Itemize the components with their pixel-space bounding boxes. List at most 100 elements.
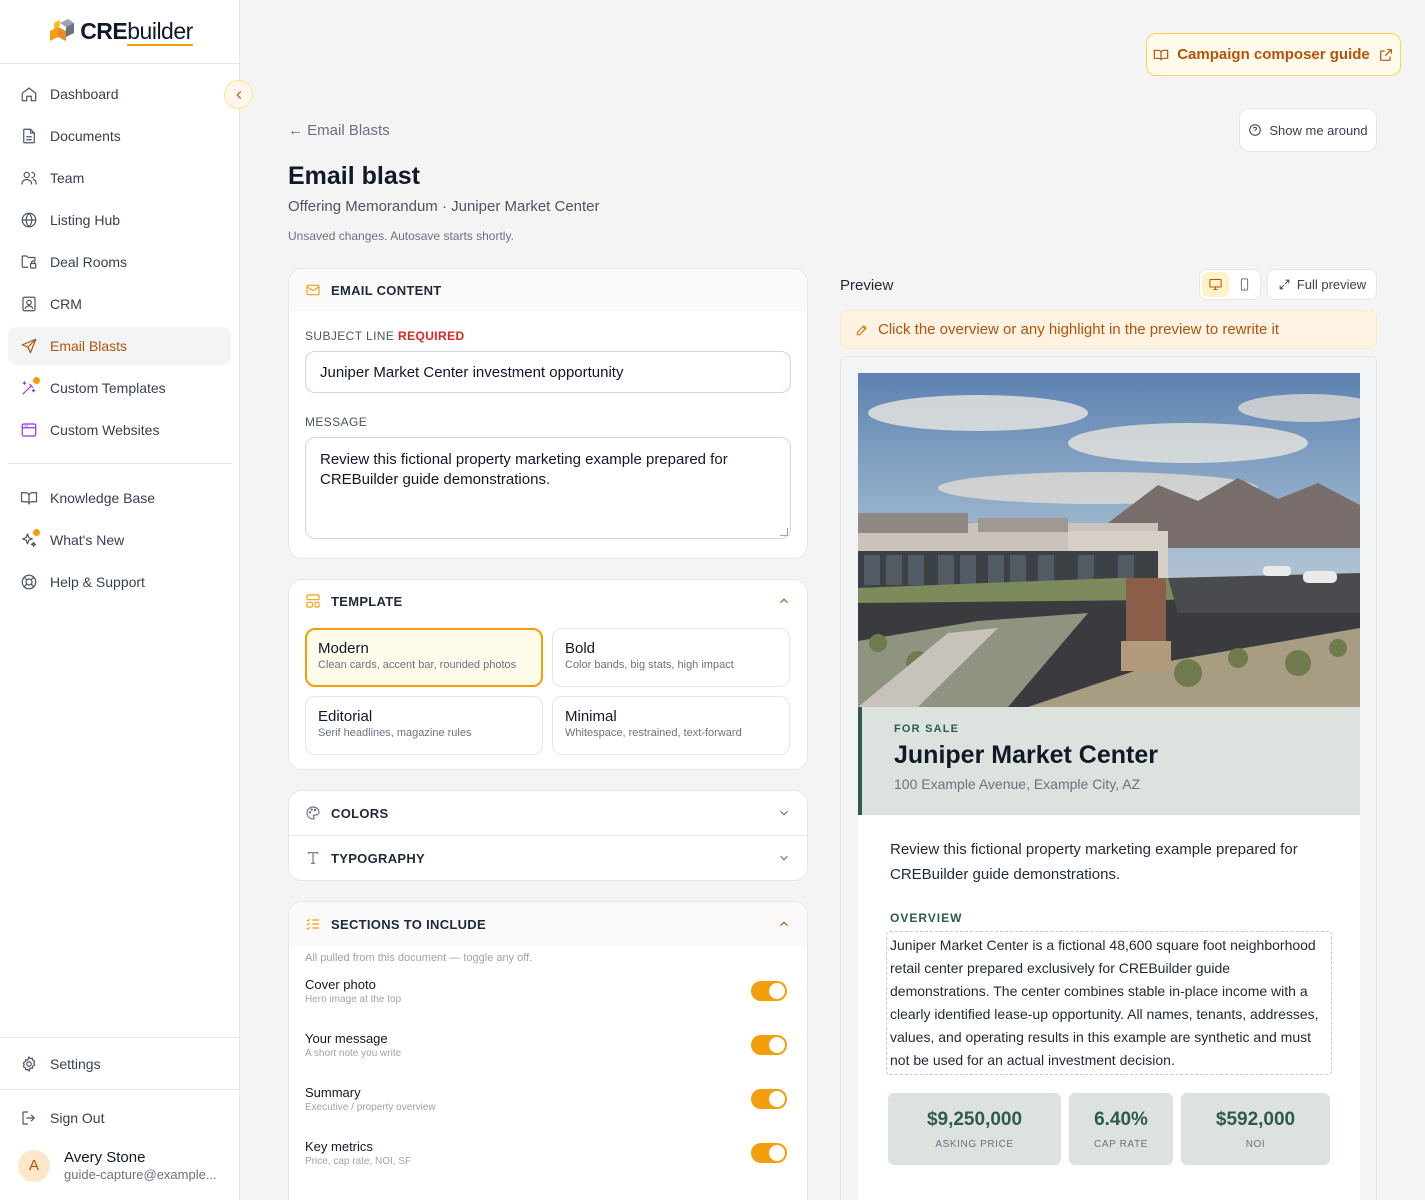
message-label: MESSAGE (305, 415, 368, 429)
mobile-view-button[interactable] (1231, 272, 1258, 297)
sidebar-item-help-support[interactable]: Help & Support (8, 563, 231, 601)
sidebar-item-settings[interactable]: Settings (8, 1045, 231, 1083)
chevron-down-icon (777, 806, 791, 820)
avatar: A (18, 1149, 50, 1182)
key-metrics-toggle[interactable] (751, 1143, 787, 1163)
metric-label: ASKING PRICE (935, 1138, 1014, 1150)
sidebar-item-label: Settings (50, 1056, 101, 1072)
template-option-modern[interactable]: Modern Clean cards, accent bar, rounded … (305, 628, 543, 687)
your-message-toggle[interactable] (751, 1035, 787, 1055)
expand-icon (1279, 279, 1290, 290)
chevron-down-icon (777, 851, 791, 865)
typography-section-toggle[interactable]: TYPOGRAPHY (289, 836, 807, 880)
resize-handle[interactable] (780, 528, 788, 536)
listing-status: FOR SALE (894, 723, 960, 735)
subject-line-label: SUBJECT LINE REQUIRED (305, 329, 791, 343)
collapse-sidebar-button[interactable] (224, 80, 253, 109)
overview-text[interactable]: Juniper Market Center is a fictional 48,… (886, 931, 1332, 1075)
template-card: TEMPLATE Modern Clean cards, accent bar,… (288, 579, 808, 770)
palette-icon (305, 805, 321, 821)
sidebar-item-knowledge-base[interactable]: Knowledge Base (8, 479, 231, 517)
sidebar-item-deal-rooms[interactable]: Deal Rooms (8, 243, 231, 281)
metric-label: CAP RATE (1094, 1138, 1148, 1150)
colors-section-toggle[interactable]: COLORS (289, 791, 807, 835)
help-circle-icon (1249, 124, 1262, 136)
folder-lock-icon (20, 253, 38, 271)
page-subtitle: Offering Memorandum · Juniper Market Cen… (288, 198, 600, 215)
template-header[interactable]: TEMPLATE (289, 580, 807, 622)
rewrite-hint-text: Click the overview or any highlight in t… (878, 321, 1280, 338)
email-message[interactable]: Review this fictional property marketing… (858, 815, 1360, 887)
template-options: Modern Clean cards, accent bar, rounded … (289, 622, 807, 769)
sidebar-item-whats-new[interactable]: What's New (8, 521, 231, 559)
users-icon (20, 169, 38, 187)
sparkles-icon (20, 529, 40, 549)
sidebar-item-label: Listing Hub (50, 212, 121, 228)
overview-heading: OVERVIEW (890, 911, 963, 925)
sign-out-button[interactable]: Sign Out (8, 1099, 231, 1137)
full-preview-button[interactable]: Full preview (1267, 269, 1377, 300)
subject-line-input[interactable]: Juniper Market Center investment opportu… (305, 351, 791, 393)
smartphone-icon (1240, 278, 1249, 291)
sidebar-item-custom-websites[interactable]: Custom Websites (8, 411, 231, 449)
sidebar-item-label: Team (50, 170, 85, 186)
lifebuoy-icon (20, 573, 38, 591)
section-sublabel: Price, cap rate, NOI, SF (305, 1156, 412, 1167)
home-icon (20, 85, 38, 103)
gear-icon (20, 1055, 38, 1073)
metric-value: 6.40% (1094, 1108, 1148, 1130)
browser-window-icon (20, 421, 38, 439)
chevron-left-icon (235, 90, 241, 99)
sidebar-item-dashboard[interactable]: Dashboard (8, 75, 231, 113)
campaign-guide-button[interactable]: Campaign composer guide (1146, 33, 1401, 76)
sidebar-item-crm[interactable]: CRM (8, 285, 231, 323)
template-option-editorial[interactable]: Editorial Serif headlines, magazine rule… (305, 696, 543, 755)
section-sublabel: Hero image at the top (305, 994, 402, 1005)
desktop-view-button[interactable] (1202, 272, 1229, 297)
sidebar-item-email-blasts[interactable]: Email Blasts (8, 327, 231, 365)
document-icon (20, 127, 38, 145)
logo[interactable]: CREbuilder (0, 0, 239, 64)
key-metrics: $9,250,000 ASKING PRICE 6.40% CAP RATE $… (858, 1075, 1360, 1165)
type-icon (305, 850, 321, 866)
nav-divider (8, 463, 231, 464)
template-option-bold[interactable]: Bold Color bands, big stats, high impact (552, 628, 790, 687)
user-profile[interactable]: A Avery Stone guide-capture@example... (0, 1137, 239, 1200)
external-link-icon (1379, 48, 1392, 61)
section-item-key-metrics: Key metrics Price, cap rate, NOI, SF (289, 1126, 807, 1180)
sidebar-footer: Settings Sign Out A Avery Stone guide-ca… (0, 1037, 239, 1200)
sidebar-item-listing-hub[interactable]: Listing Hub (8, 201, 231, 239)
sidebar-item-label: Custom Websites (50, 422, 160, 438)
card-title: TEMPLATE (331, 593, 403, 609)
template-description: Color bands, big stats, high impact (565, 659, 734, 671)
summary-toggle[interactable] (751, 1089, 787, 1109)
metric-card[interactable]: 6.40% CAP RATE (1069, 1093, 1173, 1165)
section-item-your-message: Your message A short note you write (289, 1018, 807, 1072)
full-preview-label: Full preview (1296, 277, 1367, 292)
sidebar-item-label: Dashboard (50, 86, 119, 102)
sidebar-item-label: Documents (50, 128, 121, 144)
template-option-minimal[interactable]: Minimal Whitespace, restrained, text-for… (552, 696, 790, 755)
template-name: Bold (565, 640, 596, 657)
cover-photo-toggle[interactable] (751, 981, 787, 1001)
message-textarea[interactable]: Review this fictional property marketing… (305, 437, 791, 539)
section-label: Summary (305, 1085, 361, 1100)
sidebar-item-team[interactable]: Team (8, 159, 231, 197)
book-open-icon (1153, 49, 1169, 60)
section-item-summary: Summary Executive / property overview (289, 1072, 807, 1126)
sidebar-item-label: Custom Templates (50, 380, 166, 396)
cover-photo[interactable] (858, 373, 1360, 707)
metric-card[interactable]: $592,000 NOI (1181, 1093, 1330, 1165)
sidebar-item-documents[interactable]: Documents (8, 117, 231, 155)
notification-dot (33, 529, 40, 536)
card-title: SECTIONS TO INCLUDE (331, 916, 486, 932)
sections-header[interactable]: SECTIONS TO INCLUDE (289, 902, 807, 946)
metric-card[interactable]: $9,250,000 ASKING PRICE (888, 1093, 1061, 1165)
email-preview-frame: FOR SALE Juniper Market Center 100 Examp… (840, 356, 1377, 1200)
template-description: Serif headlines, magazine rules (318, 727, 472, 739)
sidebar-item-custom-templates[interactable]: Custom Templates (8, 369, 231, 407)
signout-nav: Sign Out (0, 1090, 239, 1137)
back-to-email-blasts-link[interactable]: ← Email Blasts (288, 122, 390, 139)
sign-out-label: Sign Out (50, 1110, 105, 1126)
show-me-around-button[interactable]: Show me around (1239, 108, 1377, 152)
